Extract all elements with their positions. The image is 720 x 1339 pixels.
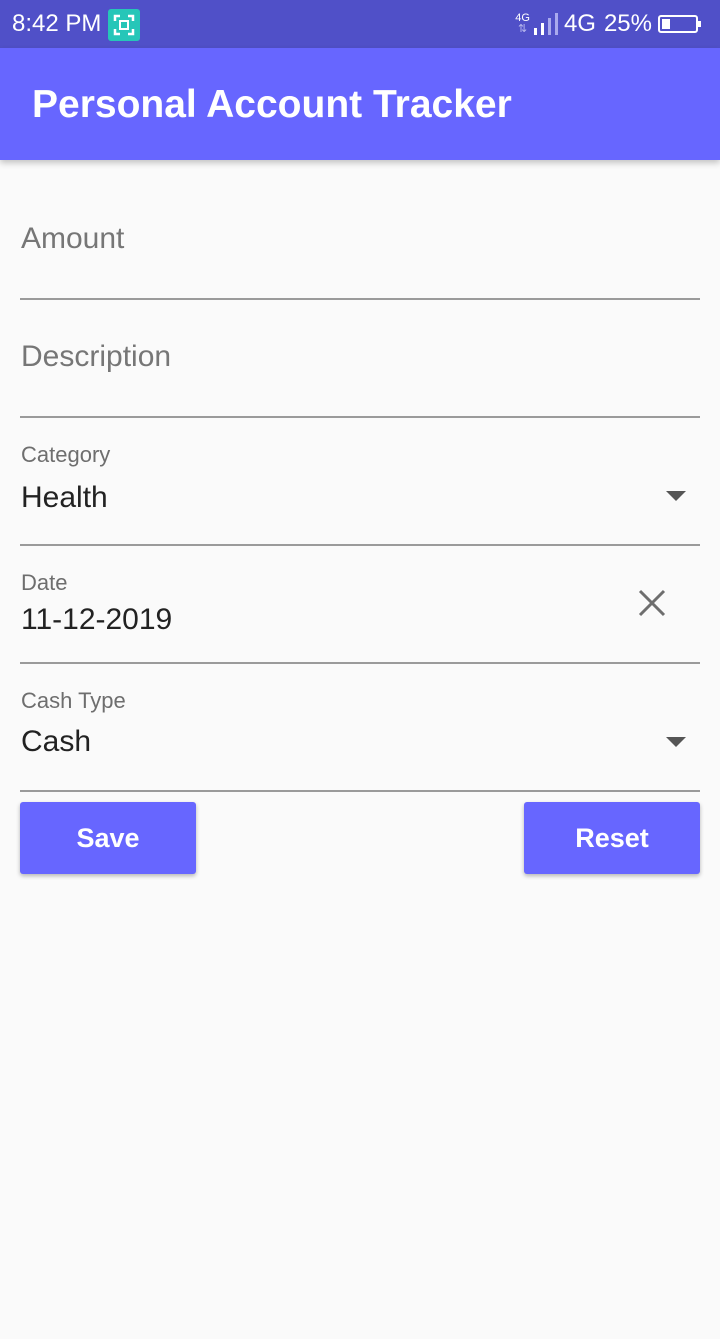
page-title: Personal Account Tracker <box>32 83 512 126</box>
clear-date-icon[interactable] <box>636 587 668 619</box>
cash-type-dropdown[interactable]: Cash Type Cash <box>20 688 700 792</box>
date-field[interactable]: Date 11-12-2019 <box>20 570 700 664</box>
amount-placeholder: Amount <box>21 222 125 255</box>
category-dropdown[interactable]: Category Health <box>20 442 700 546</box>
description-field[interactable]: Description <box>20 318 700 418</box>
battery-icon <box>658 15 701 33</box>
status-bar: 8:42 PM 4G ⇅ 4G 25% <box>0 0 720 48</box>
date-value: 11-12-2019 <box>21 603 173 636</box>
save-button[interactable]: Save <box>20 802 196 874</box>
network-label: 4G <box>563 10 596 37</box>
description-placeholder: Description <box>21 340 172 373</box>
cash-type-value: Cash <box>21 725 92 758</box>
battery-percentage: 25% <box>603 10 652 37</box>
category-value: Health <box>21 481 108 514</box>
date-label: Date <box>21 570 68 595</box>
dropdown-arrow-icon <box>666 491 686 501</box>
network-indicator-small: 4G ⇅ <box>515 13 530 35</box>
amount-field[interactable]: Amount <box>20 200 700 300</box>
dropdown-arrow-icon <box>666 737 686 747</box>
status-time: 8:42 PM <box>12 10 102 37</box>
app-bar: Personal Account Tracker <box>0 48 720 160</box>
data-arrows-icon: ⇅ <box>517 23 528 35</box>
signal-icon <box>533 13 558 35</box>
category-label: Category <box>21 442 111 467</box>
screenshot-icon <box>108 9 140 41</box>
cash-type-label: Cash Type <box>21 688 126 713</box>
reset-button[interactable]: Reset <box>524 802 700 874</box>
status-indicators: 4G ⇅ 4G 25% <box>515 10 702 38</box>
